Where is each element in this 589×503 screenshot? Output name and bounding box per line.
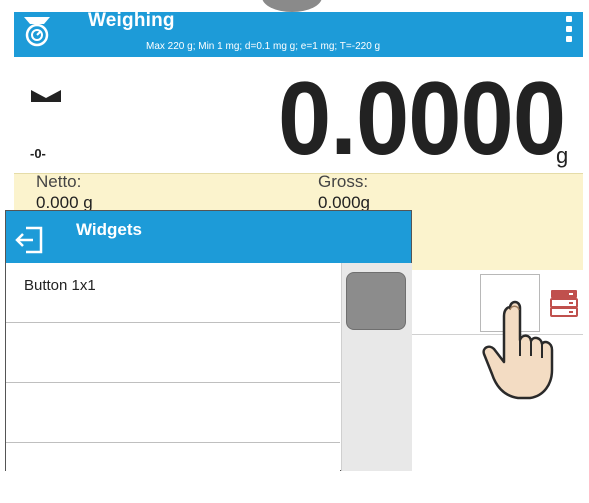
scale-icon[interactable]	[20, 13, 54, 47]
gross-label: Gross:	[318, 172, 369, 191]
dialog-header	[6, 211, 411, 263]
back-arrow-icon[interactable]	[14, 225, 44, 255]
kebab-menu-icon[interactable]	[565, 16, 573, 50]
netto-label: Netto:	[36, 172, 82, 191]
weight-value: 0.0000	[278, 61, 566, 177]
list-item-button-1x1[interactable]: Button 1x1	[6, 263, 340, 323]
list-item-label: Button 1x1	[24, 277, 96, 294]
list-item[interactable]	[6, 383, 340, 443]
page-title: Weighing	[88, 10, 175, 31]
scrollbar-thumb[interactable]	[346, 272, 406, 330]
list-item[interactable]	[6, 323, 340, 383]
stable-indicator-icon	[30, 88, 62, 104]
weight-unit: g	[556, 143, 569, 168]
zero-indicator: -0-	[30, 146, 46, 161]
scale-spec-text: Max 220 g; Min 1 mg; d=0.1 mg g; e=1 mg;…	[146, 41, 381, 52]
widget-list: Button 1x1	[6, 263, 340, 503]
list-item[interactable]	[6, 443, 340, 503]
pointing-hand-icon	[480, 296, 562, 406]
dialog-title: Widgets	[76, 220, 142, 239]
